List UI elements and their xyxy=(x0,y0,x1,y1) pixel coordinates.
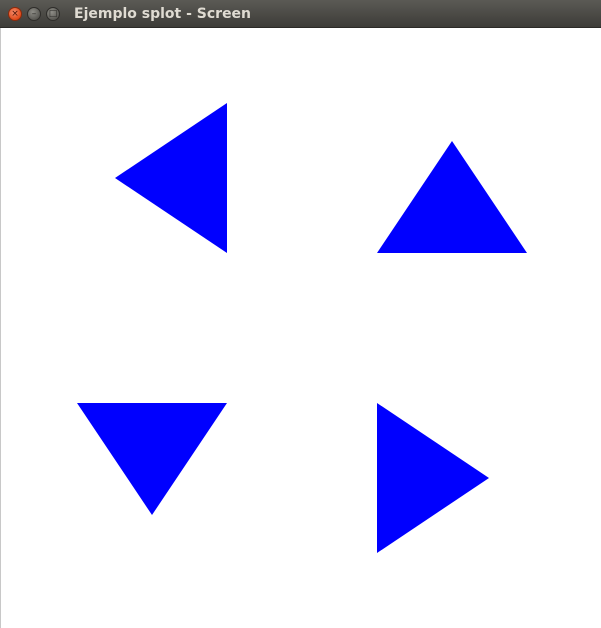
close-icon[interactable]: × xyxy=(8,7,22,21)
triangle-down-marker xyxy=(77,403,227,515)
triangle-up-marker xyxy=(377,141,527,253)
minimize-icon[interactable]: – xyxy=(27,7,41,21)
app-window: × – □ Ejemplo splot - Screen xyxy=(0,0,601,628)
title-bar[interactable]: × – □ Ejemplo splot - Screen xyxy=(0,0,601,28)
plot-canvas xyxy=(0,28,601,628)
maximize-icon[interactable]: □ xyxy=(46,7,60,21)
triangle-left-marker xyxy=(115,103,227,253)
triangle-right-marker xyxy=(377,403,489,553)
plot-area xyxy=(77,103,527,553)
window-title: Ejemplo splot - Screen xyxy=(74,6,252,22)
